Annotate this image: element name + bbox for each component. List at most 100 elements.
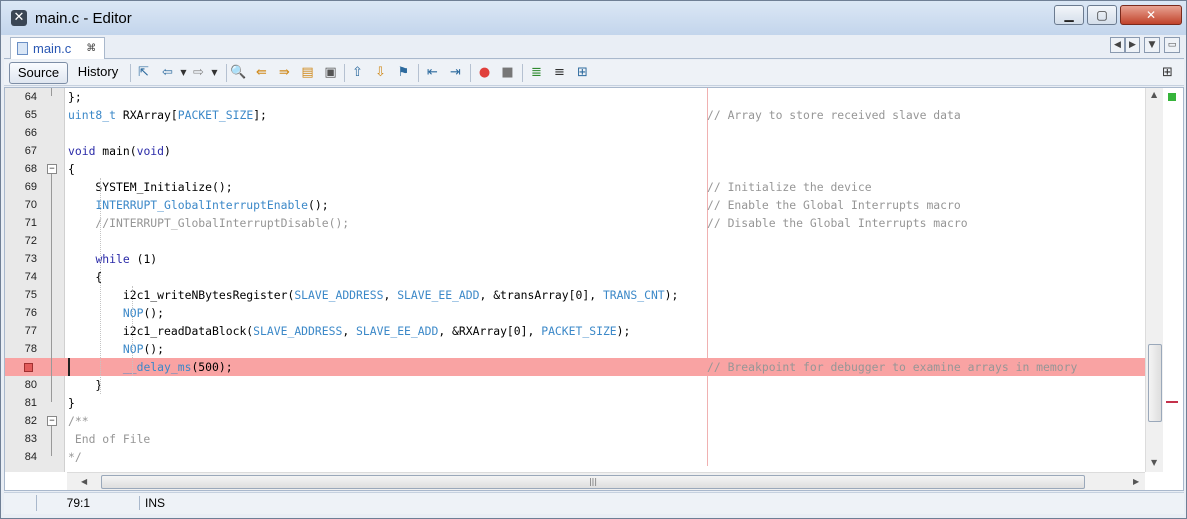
line-number: 83 xyxy=(24,433,37,445)
code-line[interactable]: 73 while (1) xyxy=(5,250,1145,268)
indent-guide xyxy=(100,178,101,394)
find-icon[interactable]: 🔍 xyxy=(230,64,247,81)
start-macro-recording-icon[interactable]: ● xyxy=(476,64,493,81)
code-line[interactable]: 65 uint8_t RXArray[PACKET_SIZE]; // Array … xyxy=(5,106,1145,124)
code-text: while (1) xyxy=(95,252,158,266)
line-number: 74 xyxy=(24,271,37,283)
line-number: 64 xyxy=(24,91,37,103)
error-stripe[interactable] xyxy=(1163,88,1183,472)
code-line[interactable]: 66 xyxy=(5,124,1145,142)
code-text: NOP(); xyxy=(122,342,165,356)
toolbar-separator xyxy=(130,64,131,82)
line-number: 65 xyxy=(24,109,37,121)
toggle-rectangular-selection-icon[interactable]: ▣ xyxy=(322,64,339,81)
code-line[interactable]: 72 xyxy=(5,232,1145,250)
toggle-bookmark-icon[interactable]: ⚑ xyxy=(395,64,412,81)
previous-bookmark-icon[interactable]: ⇧ xyxy=(349,64,366,81)
code-line-breakpoint[interactable]: __delay_ms(500); // Breakpoint for debugg… xyxy=(5,358,1145,376)
format-icon[interactable]: ⊞ xyxy=(574,64,591,81)
inline-comment: // Breakpoint for debugger to examine ar… xyxy=(707,360,1078,374)
code-line[interactable]: 75 i2c1_writeNBytesRegister(SLAVE_ADDRES… xyxy=(5,286,1145,304)
breakpoint-stripe-mark[interactable] xyxy=(1166,401,1178,403)
forward-icon[interactable]: ⇨ xyxy=(190,64,207,81)
code-line[interactable]: 83 End of File xyxy=(5,430,1145,448)
insert-mode: INS xyxy=(139,496,165,510)
code-line[interactable]: 64}; xyxy=(5,88,1145,106)
toggle-highlight-icon[interactable]: ▤ xyxy=(299,64,316,81)
code-text: void main(void) xyxy=(68,144,171,158)
code-line[interactable]: 81} xyxy=(5,394,1145,412)
stop-macro-recording-icon[interactable]: ■ xyxy=(499,64,516,81)
back-icon[interactable]: ⇦ xyxy=(159,64,176,81)
title-bar[interactable]: ✕ main.c - Editor ▁ ▢ ✕ xyxy=(1,1,1186,35)
tab-close-icon[interactable]: ⌘ xyxy=(86,43,96,54)
vertical-scrollbar[interactable]: ▲ ▼ xyxy=(1145,88,1163,472)
split-window-icon[interactable]: ⊞ xyxy=(1159,64,1176,81)
inline-comment: // Initialize the device xyxy=(707,180,872,194)
code-text: uint8_t RXArray[PACKET_SIZE]; xyxy=(68,108,267,122)
maximize-button[interactable]: ▢ xyxy=(1087,5,1117,25)
find-next-icon[interactable]: ⇛ xyxy=(276,64,293,81)
comment-icon[interactable]: ≣ xyxy=(528,64,545,81)
scroll-tabs-right-icon[interactable]: ▶ xyxy=(1125,37,1140,53)
code-text: } xyxy=(68,396,75,410)
next-bookmark-icon[interactable]: ⇩ xyxy=(372,64,389,81)
horizontal-scroll-thumb[interactable]: ||| xyxy=(101,475,1085,489)
fold-guide xyxy=(51,88,52,96)
scroll-right-icon[interactable]: ▶ xyxy=(1133,477,1139,486)
code-line[interactable]: 71 //INTERRUPT_GlobalInterruptDisable();… xyxy=(5,214,1145,232)
toolbar-separator xyxy=(470,64,471,82)
source-button[interactable]: Source xyxy=(9,62,68,84)
code-line[interactable]: 68− { xyxy=(5,160,1145,178)
code-line[interactable]: 78 NOP(); xyxy=(5,340,1145,358)
shift-right-icon[interactable]: ⇥ xyxy=(447,64,464,81)
uncomment-icon[interactable]: ≡ xyxy=(551,64,568,81)
code-line[interactable]: 77 i2c1_readDataBlock(SLAVE_ADDRESS, SLA… xyxy=(5,322,1145,340)
toolbar-separator xyxy=(418,64,419,82)
code-line[interactable]: 67 void main(void) xyxy=(5,142,1145,160)
scroll-left-icon[interactable]: ◀ xyxy=(81,477,87,486)
history-button[interactable]: History xyxy=(70,62,126,84)
c-file-icon xyxy=(17,42,28,55)
code-line[interactable]: 80 } xyxy=(5,376,1145,394)
no-errors-icon[interactable] xyxy=(1168,93,1176,101)
close-button[interactable]: ✕ xyxy=(1120,5,1182,25)
forward-dropdown-icon[interactable]: ▼ xyxy=(206,64,223,81)
shift-left-icon[interactable]: ⇤ xyxy=(424,64,441,81)
indent-guide xyxy=(132,286,133,376)
code-text: { xyxy=(68,162,75,176)
fold-collapse-icon[interactable]: − xyxy=(47,416,57,426)
vertical-scroll-thumb[interactable] xyxy=(1148,344,1162,422)
breakpoint-icon[interactable] xyxy=(24,363,33,372)
tab-label: main.c xyxy=(33,41,72,56)
scroll-down-icon[interactable]: ▼ xyxy=(1151,458,1157,467)
code-line[interactable]: 74 { xyxy=(5,268,1145,286)
line-number: 66 xyxy=(24,127,37,139)
show-opened-documents-icon[interactable]: ▼ xyxy=(1144,37,1160,53)
fold-guide xyxy=(51,174,52,402)
code-line[interactable]: 84 */ xyxy=(5,448,1145,466)
editor-toolbar: Source History ⇱ ⇦ ▼ ⇨ ▼ 🔍 ⇚ ⇛ ▤ ▣ ⇧ ⇩ ⚑… xyxy=(4,60,1184,86)
scroll-tabs-left-icon[interactable]: ◀ xyxy=(1110,37,1125,53)
editor-window: ✕ main.c - Editor ▁ ▢ ✕ main.c ⌘ ◀ ▶ ▼ ▭… xyxy=(0,0,1187,519)
code-line[interactable]: 82− /** xyxy=(5,412,1145,430)
line-number: 82 xyxy=(24,415,37,427)
fold-collapse-icon[interactable]: − xyxy=(47,164,57,174)
find-previous-icon[interactable]: ⇚ xyxy=(253,64,270,81)
code-line[interactable]: 76 NOP(); xyxy=(5,304,1145,322)
code-line[interactable]: 70 INTERRUPT_GlobalInterruptEnable(); // … xyxy=(5,196,1145,214)
last-edit-icon[interactable]: ⇱ xyxy=(135,64,152,81)
line-number: 72 xyxy=(24,235,37,247)
minimize-button[interactable]: ▁ xyxy=(1054,5,1084,25)
line-number: 67 xyxy=(24,145,37,157)
horizontal-scrollbar[interactable]: ◀ ||| ▶ xyxy=(67,472,1145,490)
restore-window-icon[interactable]: ▭ xyxy=(1164,37,1180,53)
tab-main-c[interactable]: main.c ⌘ xyxy=(10,37,106,59)
code-line[interactable]: 69 SYSTEM_Initialize(); // Initialize the… xyxy=(5,178,1145,196)
code-editor[interactable]: 64}; 65 uint8_t RXArray[PACKET_SIZE]; // Ar… xyxy=(4,87,1184,491)
scroll-up-icon[interactable]: ▲ xyxy=(1151,90,1157,99)
inline-comment: // Enable the Global Interrupts macro xyxy=(707,198,961,212)
code-text: //INTERRUPT_GlobalInterruptDisable(); xyxy=(68,216,350,230)
caret-position: 79:1 xyxy=(66,496,90,510)
code-text: INTERRUPT_GlobalInterruptEnable(); xyxy=(95,198,329,212)
